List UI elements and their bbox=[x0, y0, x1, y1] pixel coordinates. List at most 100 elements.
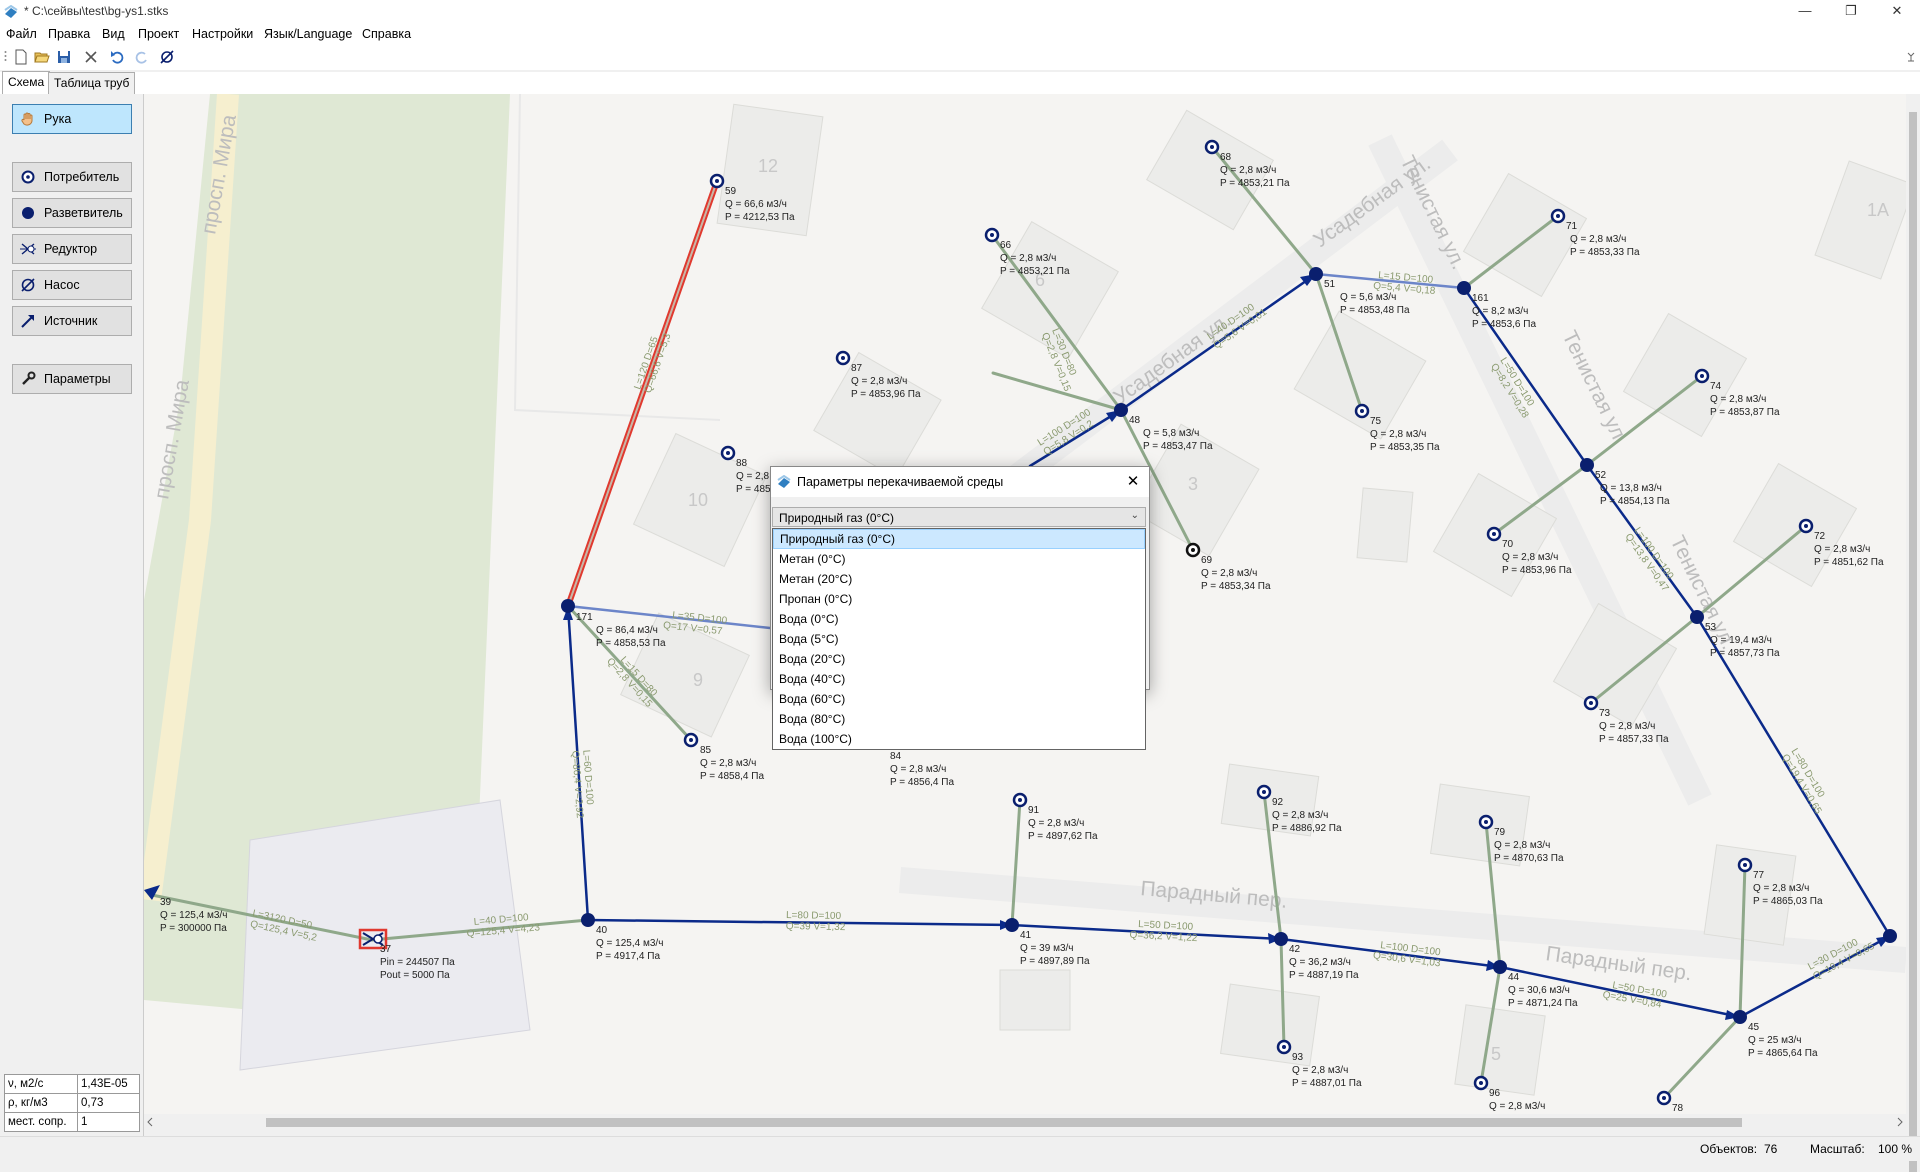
node-flow: Q = 2,8 м3/ч bbox=[851, 376, 907, 387]
source-tool-button[interactable]: Источник bbox=[12, 306, 132, 336]
menu-edit[interactable]: Правка bbox=[48, 27, 90, 41]
node-flow: Q = 2,8 м3/ч bbox=[1220, 165, 1276, 176]
street-name: Тенистая ул. bbox=[1558, 327, 1633, 448]
minimize-button[interactable]: — bbox=[1782, 0, 1828, 24]
node-flow: Q = 13,8 м3/ч bbox=[1600, 483, 1662, 494]
fluid-option[interactable]: Метан (20°C) bbox=[773, 569, 1145, 589]
node-id: 96 bbox=[1489, 1088, 1501, 1099]
close-button[interactable]: ✕ bbox=[1874, 0, 1920, 24]
prop-label: мест. сопр. bbox=[4, 1112, 78, 1132]
toolbar bbox=[0, 44, 1920, 70]
fluid-option[interactable]: Вода (100°C) bbox=[773, 729, 1145, 749]
splitter-icon[interactable] bbox=[1274, 932, 1288, 946]
node-id: 37 bbox=[380, 944, 392, 955]
consumer-tool-button[interactable]: Потребитель bbox=[12, 162, 132, 192]
prop-row: ρ, кг/м3 0,73 bbox=[4, 1093, 140, 1113]
consumer-dot bbox=[726, 451, 730, 455]
menu-file[interactable]: Файл bbox=[6, 27, 37, 41]
node-pressure: P = 4897,89 Па bbox=[1020, 956, 1090, 967]
fluid-option[interactable]: Вода (60°C) bbox=[773, 689, 1145, 709]
fluid-select-value: Природный газ (0°C) bbox=[779, 511, 894, 525]
node-flow: Q = 2,8 м3/ч bbox=[890, 764, 946, 775]
pipe-label: L=100 D=100Q=13,8 V=0,47 bbox=[1623, 525, 1676, 594]
splitter-icon[interactable] bbox=[1690, 610, 1704, 624]
fluid-option[interactable]: Метан (0°C) bbox=[773, 549, 1145, 569]
node-flow: Q = 2,8 м3/ч bbox=[1599, 721, 1655, 732]
fluid-option[interactable]: Пропан (0°C) bbox=[773, 589, 1145, 609]
toolbar-overflow-icon[interactable] bbox=[1902, 48, 1920, 66]
node-id: 51 bbox=[1324, 279, 1336, 290]
menu-settings[interactable]: Настройки bbox=[192, 27, 253, 41]
splitter-icon[interactable] bbox=[581, 913, 595, 927]
pump-tool-icon[interactable] bbox=[158, 48, 176, 66]
splitter-icon[interactable] bbox=[1733, 1010, 1747, 1024]
tab-pipe-table[interactable]: Таблица труб bbox=[48, 72, 136, 95]
node-pressure: P = 4853,33 Па bbox=[1570, 247, 1640, 258]
chevron-down-icon[interactable]: ⌄ bbox=[1131, 510, 1139, 521]
fluid-option[interactable]: Вода (80°C) bbox=[773, 709, 1145, 729]
consumer-dot bbox=[1282, 1045, 1286, 1049]
undo-icon[interactable] bbox=[108, 48, 126, 66]
open-folder-icon[interactable] bbox=[33, 48, 51, 66]
menu-project[interactable]: Проект bbox=[138, 27, 179, 41]
node-flow: Q = 5,6 м3/ч bbox=[1340, 292, 1396, 303]
menu-language[interactable]: Язык/Language bbox=[264, 27, 352, 41]
source-tool-label: Источник bbox=[44, 314, 98, 328]
splitter-icon[interactable] bbox=[1457, 281, 1471, 295]
reducer-tool-button[interactable]: Редуктор bbox=[12, 234, 132, 264]
params-tool-button[interactable]: Параметры bbox=[12, 364, 132, 394]
vertical-scrollbar[interactable] bbox=[1906, 94, 1920, 1172]
node-id: 52 bbox=[1595, 470, 1607, 481]
node-id: 70 bbox=[1502, 539, 1514, 550]
pipe[interactable] bbox=[1010, 798, 1022, 927]
hand-tool-button[interactable]: Рука bbox=[12, 104, 132, 134]
menu-help[interactable]: Справка bbox=[362, 27, 411, 41]
splitter-icon[interactable] bbox=[561, 599, 575, 613]
building-number: 10 bbox=[688, 490, 708, 510]
node-pressure: P = 4853,6 Па bbox=[1472, 319, 1536, 330]
splitter-icon[interactable] bbox=[1114, 403, 1128, 417]
horizontal-scrollbar[interactable] bbox=[144, 1114, 1906, 1130]
fluid-option[interactable]: Вода (20°C) bbox=[773, 649, 1145, 669]
splitter-icon[interactable] bbox=[1309, 267, 1323, 281]
splitter-icon[interactable] bbox=[1493, 960, 1507, 974]
fluid-select[interactable]: Природный газ (0°C) ⌄ bbox=[772, 507, 1146, 527]
prop-value[interactable]: 0,73 bbox=[77, 1093, 140, 1113]
fluid-option[interactable]: Вода (0°C) bbox=[773, 609, 1145, 629]
save-icon[interactable] bbox=[55, 48, 73, 66]
pump-tool-button[interactable]: Насос bbox=[12, 270, 132, 300]
new-file-icon[interactable] bbox=[12, 48, 30, 66]
pipe-label: L=60 D=100Q=86,4 V=2,92 bbox=[569, 749, 595, 819]
node-flow: Pin = 244507 Па bbox=[380, 957, 455, 968]
building-number: 5 bbox=[1491, 1044, 1501, 1064]
node-flow: Q = 125,4 м3/ч bbox=[160, 910, 227, 921]
node-pressure: P = 4854,13 Па bbox=[1600, 496, 1670, 507]
close-icon[interactable]: ✕ bbox=[1123, 472, 1143, 492]
splitter-tool-button[interactable]: Разветвитель bbox=[12, 198, 132, 228]
fluid-option[interactable]: Вода (5°C) bbox=[773, 629, 1145, 649]
splitter-icon[interactable] bbox=[1883, 929, 1897, 943]
title-bar: * C:\сейвы\test\bg-ys1.stks — ❐ ✕ bbox=[0, 0, 1920, 24]
splitter-icon[interactable] bbox=[1580, 458, 1594, 472]
pipe-flow: Q=39 V=1,32 bbox=[786, 921, 846, 933]
delete-icon[interactable] bbox=[82, 48, 100, 66]
splitter-icon[interactable] bbox=[1005, 918, 1019, 932]
prop-value[interactable]: 1 bbox=[77, 1112, 140, 1132]
fluid-option[interactable]: Вода (40°C) bbox=[773, 669, 1145, 689]
node-flow: Q = 30,6 м3/ч bbox=[1508, 985, 1570, 996]
scroll-right-icon[interactable] bbox=[1896, 1117, 1904, 1127]
consumer-dot bbox=[841, 356, 845, 360]
tab-scheme[interactable]: Схема bbox=[2, 71, 51, 96]
fluid-option[interactable]: Природный газ (0°C) bbox=[773, 529, 1145, 549]
node-pressure: P = 4870,63 Па bbox=[1494, 853, 1564, 864]
horizontal-scroll-thumb[interactable] bbox=[266, 1118, 1742, 1127]
consumer-dot bbox=[1492, 532, 1496, 536]
menu-view[interactable]: Вид bbox=[102, 27, 125, 41]
node-pressure: P = 4856,4 Па bbox=[890, 777, 954, 788]
pipe[interactable] bbox=[1662, 1015, 1742, 1100]
vertical-scroll-thumb[interactable] bbox=[1909, 112, 1917, 1172]
scroll-left-icon[interactable] bbox=[146, 1117, 154, 1127]
redo-icon[interactable] bbox=[133, 48, 151, 66]
prop-value[interactable]: 1,43E-05 bbox=[77, 1074, 140, 1094]
maximize-button[interactable]: ❐ bbox=[1828, 0, 1874, 24]
